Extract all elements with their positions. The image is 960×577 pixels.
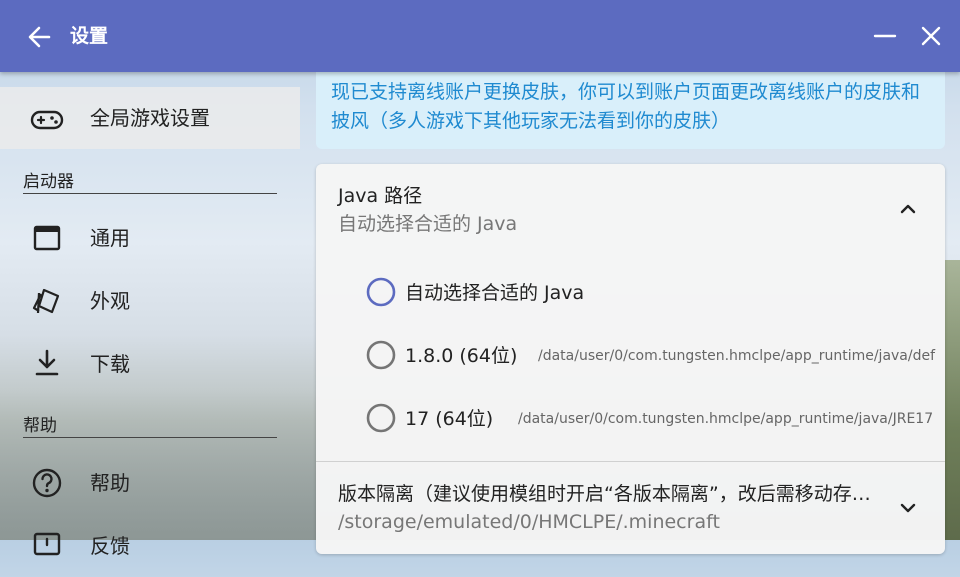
sidebar-item-label: 全局游戏设置 bbox=[90, 106, 210, 130]
section-divider bbox=[23, 193, 277, 194]
page-title: 设置 bbox=[70, 25, 109, 47]
java-path-header[interactable]: Java 路径 自动选择合适的 Java bbox=[316, 164, 945, 250]
sidebar-item-feedback[interactable]: 反馈 bbox=[0, 515, 300, 577]
settings-card: Java 路径 自动选择合适的 Java 自动选择合适的 Java 1.8.0 … bbox=[316, 164, 945, 554]
skin-notice-banner: 现已支持离线账户更换皮肤，你可以到账户页面更改离线账户的皮肤和披风（多人游戏下其… bbox=[316, 66, 945, 149]
java-path-subtitle: 自动选择合适的 Java bbox=[338, 213, 518, 235]
sidebar: 全局游戏设置 启动器 通用 外观 下载 帮助 帮助 反馈 bbox=[0, 72, 300, 558]
help-circle-icon bbox=[32, 468, 62, 498]
close-icon bbox=[921, 26, 941, 46]
feedback-icon bbox=[33, 532, 61, 556]
radio-unselected-icon bbox=[366, 403, 396, 433]
minimize-icon bbox=[873, 34, 897, 38]
sidebar-item-help[interactable]: 帮助 bbox=[0, 452, 300, 514]
app-bar: 设置 bbox=[0, 0, 960, 72]
cards-icon bbox=[32, 288, 60, 314]
section-divider bbox=[23, 437, 277, 438]
chevron-up-icon bbox=[900, 204, 916, 214]
version-isolation-title: 版本隔离（建议使用模组时开启“各版本隔离”，改后需移动存… bbox=[338, 483, 871, 505]
sidebar-item-label: 反馈 bbox=[90, 534, 130, 558]
section-heading-launcher: 启动器 bbox=[23, 172, 74, 192]
gamepad-icon bbox=[30, 110, 64, 130]
close-button[interactable] bbox=[918, 22, 944, 50]
sidebar-item-label: 帮助 bbox=[90, 471, 130, 495]
java-option-label: 17 (64位) bbox=[405, 408, 494, 430]
chevron-down-icon bbox=[900, 503, 916, 513]
notice-text: 现已支持离线账户更换皮肤，你可以到账户页面更改离线账户的皮肤和披风（多人游戏下其… bbox=[331, 81, 921, 132]
version-isolation-subtitle: /storage/emulated/0/HMCLPE/.minecraft bbox=[338, 511, 720, 533]
sidebar-item-general[interactable]: 通用 bbox=[0, 207, 300, 269]
java-option-label: 1.8.0 (64位) bbox=[405, 345, 518, 367]
sidebar-item-download[interactable]: 下载 bbox=[0, 333, 300, 395]
version-isolation-setting[interactable]: 版本隔离（建议使用模组时开启“各版本隔离”，改后需移动存… /storage/e… bbox=[316, 462, 945, 554]
java-option-17[interactable]: 17 (64位) /data/user/0/com.tungsten.hmclp… bbox=[362, 399, 934, 439]
sidebar-item-label: 下载 bbox=[90, 352, 130, 376]
sidebar-item-appearance[interactable]: 外观 bbox=[0, 270, 300, 332]
java-path-title: Java 路径 bbox=[338, 185, 423, 207]
download-icon bbox=[35, 349, 59, 376]
radio-selected-icon bbox=[366, 277, 396, 307]
sidebar-item-label: 外观 bbox=[90, 289, 130, 313]
minimize-button[interactable] bbox=[872, 22, 898, 50]
window-icon bbox=[33, 225, 61, 251]
arrow-left-icon bbox=[28, 26, 51, 48]
java-option-path: /data/user/0/com.tungsten.hmclpe/app_run… bbox=[518, 411, 934, 427]
section-heading-help: 帮助 bbox=[23, 416, 57, 436]
java-option-path: /data/user/0/com.tungsten.hmclpe/app_run… bbox=[538, 348, 936, 364]
sidebar-item-label: 通用 bbox=[90, 226, 130, 250]
java-option-1-8-0[interactable]: 1.8.0 (64位) /data/user/0/com.tungsten.hm… bbox=[362, 336, 936, 376]
java-option-label: 自动选择合适的 Java bbox=[405, 282, 585, 304]
back-button[interactable] bbox=[24, 22, 54, 52]
java-option-auto[interactable]: 自动选择合适的 Java bbox=[362, 273, 932, 313]
radio-unselected-icon bbox=[366, 340, 396, 370]
background-scenery-right bbox=[945, 260, 960, 540]
sidebar-item-global-game-settings[interactable]: 全局游戏设置 bbox=[0, 87, 300, 149]
